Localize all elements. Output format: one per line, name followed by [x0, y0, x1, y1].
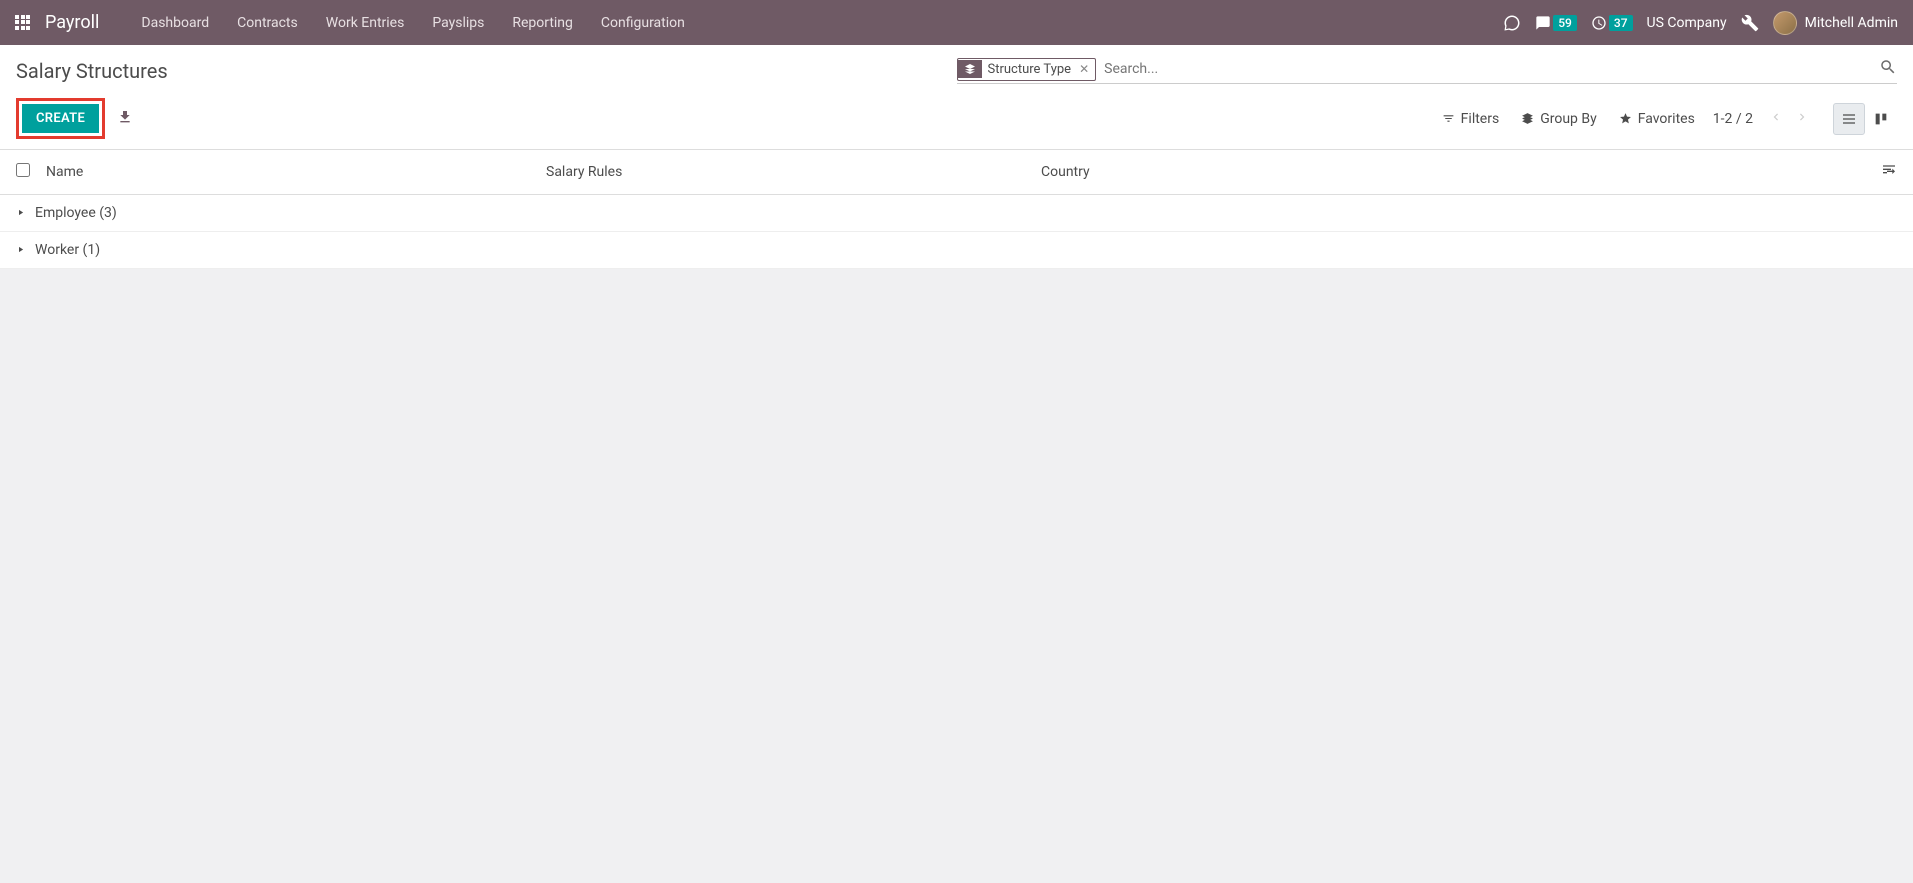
nav-payslips[interactable]: Payslips — [418, 0, 498, 45]
groupby-label: Group By — [1540, 111, 1597, 127]
chip-label: Structure Type — [982, 59, 1078, 80]
filter-chip-structure-type[interactable]: Structure Type ✕ — [957, 58, 1097, 81]
create-button[interactable]: CREATE — [22, 104, 99, 133]
activity-badge: 37 — [1609, 15, 1633, 31]
nav-dashboard[interactable]: Dashboard — [127, 0, 223, 45]
pager: 1-2 / 2 — [1713, 106, 1815, 132]
chip-remove-icon[interactable]: ✕ — [1077, 59, 1095, 79]
navbar: Payroll Dashboard Contracts Work Entries… — [0, 0, 1913, 45]
export-icon[interactable] — [117, 109, 133, 129]
header-country[interactable]: Country — [1041, 164, 1867, 180]
search-bar[interactable]: Structure Type ✕ — [957, 57, 1898, 84]
avatar — [1773, 11, 1797, 35]
list-header: Name Salary Rules Country — [0, 150, 1913, 195]
messages-badge: 59 — [1553, 15, 1577, 31]
view-list-button[interactable] — [1833, 103, 1865, 135]
nav-reporting[interactable]: Reporting — [498, 0, 587, 45]
user-name: Mitchell Admin — [1805, 15, 1898, 31]
nav-work-entries[interactable]: Work Entries — [312, 0, 419, 45]
filters-button[interactable]: Filters — [1442, 111, 1500, 127]
group-label: Employee (3) — [35, 205, 117, 221]
caret-right-icon — [16, 242, 25, 258]
groupby-button[interactable]: Group By — [1521, 111, 1597, 127]
caret-right-icon — [16, 205, 25, 221]
layers-icon — [958, 60, 982, 78]
control-panel: Salary Structures Structure Type ✕ CREAT… — [0, 45, 1913, 150]
search-icon[interactable] — [1879, 58, 1897, 80]
filters-label: Filters — [1461, 111, 1500, 127]
view-kanban-button[interactable] — [1865, 103, 1897, 135]
group-row-employee[interactable]: Employee (3) — [0, 195, 1913, 232]
page-title: Salary Structures — [16, 59, 168, 83]
header-name[interactable]: Name — [46, 164, 546, 180]
pager-next-icon[interactable] — [1789, 106, 1815, 132]
nav-configuration[interactable]: Configuration — [587, 0, 699, 45]
create-highlight: CREATE — [16, 98, 105, 139]
company-selector[interactable]: US Company — [1647, 15, 1727, 31]
group-row-worker[interactable]: Worker (1) — [0, 232, 1913, 269]
favorites-button[interactable]: Favorites — [1619, 111, 1695, 127]
pager-prev-icon[interactable] — [1763, 106, 1789, 132]
user-menu[interactable]: Mitchell Admin — [1773, 11, 1898, 35]
pager-text[interactable]: 1-2 / 2 — [1713, 111, 1753, 127]
select-all-checkbox[interactable] — [16, 163, 30, 177]
support-icon[interactable] — [1503, 14, 1521, 32]
column-options-icon[interactable] — [1867, 162, 1897, 182]
favorites-label: Favorites — [1638, 111, 1695, 127]
nav-contracts[interactable]: Contracts — [223, 0, 312, 45]
messages-button[interactable]: 59 — [1535, 15, 1577, 31]
debug-icon[interactable] — [1741, 14, 1759, 32]
group-label: Worker (1) — [35, 242, 100, 258]
list-view: Name Salary Rules Country Employee (3) W… — [0, 150, 1913, 269]
app-name[interactable]: Payroll — [45, 12, 99, 33]
search-input[interactable] — [1096, 57, 1871, 81]
apps-icon[interactable] — [15, 15, 31, 31]
activity-button[interactable]: 37 — [1591, 15, 1633, 31]
header-rules[interactable]: Salary Rules — [546, 164, 1041, 180]
